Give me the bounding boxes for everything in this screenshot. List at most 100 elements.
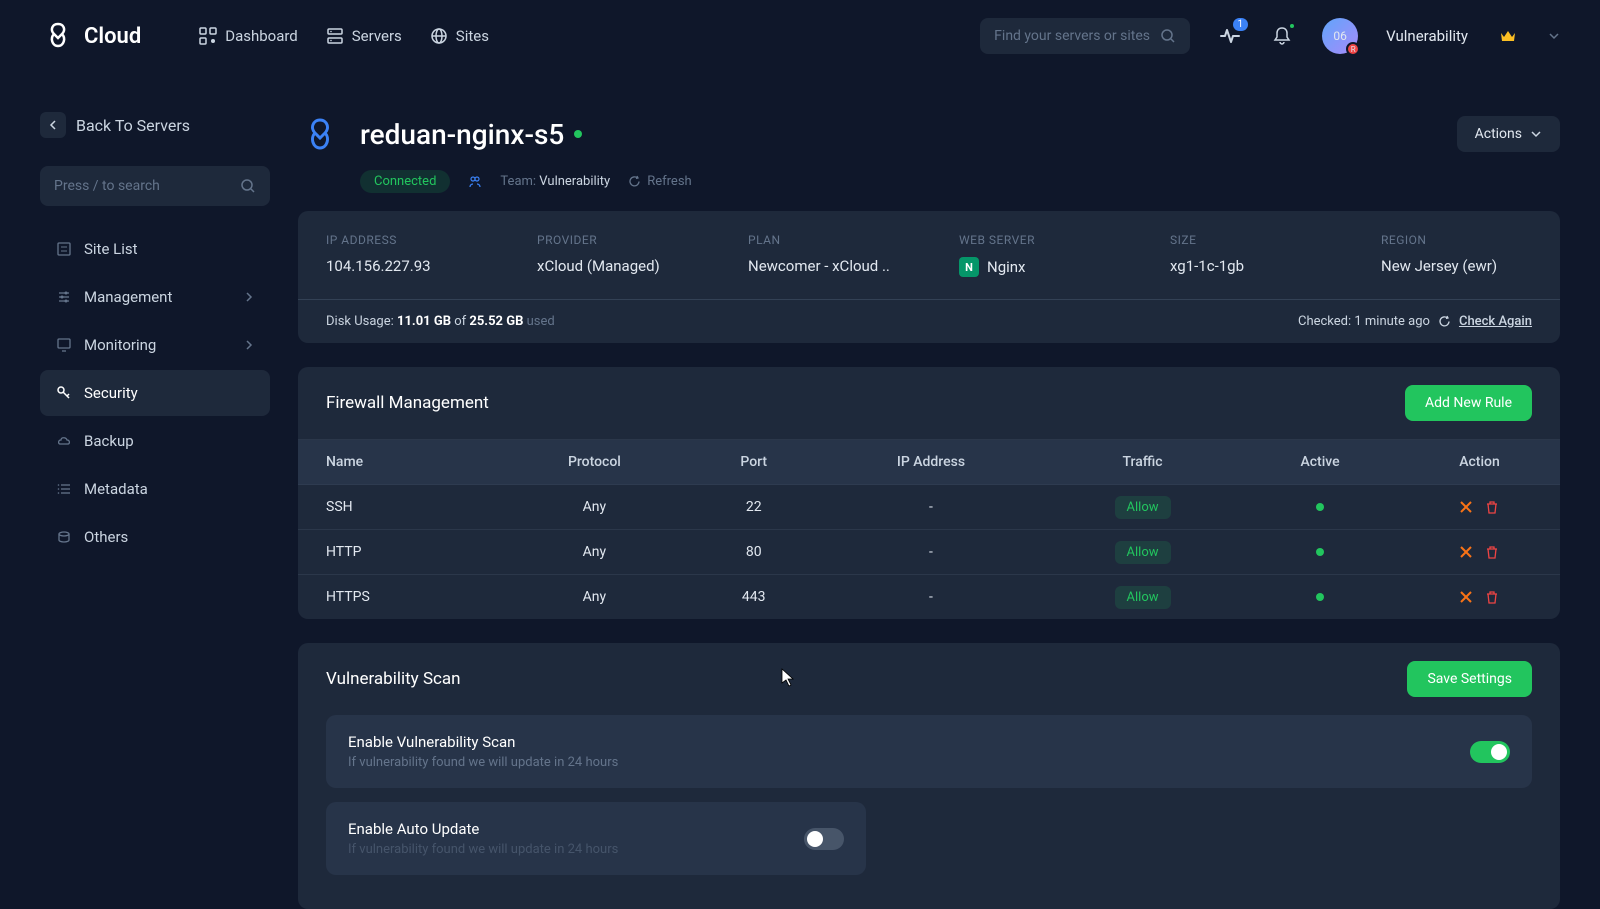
col-name: Name	[298, 440, 499, 485]
cell-traffic: Allow	[1044, 575, 1241, 620]
enable-vuln-title: Enable Vulnerability Scan	[348, 733, 618, 751]
cell-traffic: Allow	[1044, 485, 1241, 530]
activity-icon[interactable]: 1	[1218, 24, 1242, 48]
sidebar-item-security[interactable]: Security	[40, 370, 270, 416]
firewall-table: Name Protocol Port IP Address Traffic Ac…	[298, 439, 1560, 619]
cell-active	[1241, 530, 1399, 575]
bell-icon[interactable]	[1270, 24, 1294, 48]
ws-label: WEB SERVER	[959, 233, 1110, 247]
sidebar-search[interactable]: Press / to search	[40, 166, 270, 206]
nav-dashboard[interactable]: Dashboard	[199, 27, 298, 45]
sidebar-item-backup[interactable]: Backup	[40, 418, 270, 464]
sidebar-item-label: Monitoring	[84, 336, 156, 354]
cell-name: HTTP	[298, 530, 499, 575]
list-icon	[56, 241, 72, 257]
table-row: SSH Any 22 - Allow	[298, 485, 1560, 530]
cell-traffic: Allow	[1044, 530, 1241, 575]
table-row: HTTPS Any 443 - Allow	[298, 575, 1560, 620]
sliders-icon	[56, 289, 72, 305]
sidebar-item-site-list[interactable]: Site List	[40, 226, 270, 272]
server-icon	[326, 27, 344, 45]
refresh-icon	[1438, 315, 1451, 328]
size-label: SIZE	[1170, 233, 1321, 247]
cell-active	[1241, 575, 1399, 620]
status-dot-icon	[574, 130, 582, 138]
chevron-right-icon	[244, 340, 254, 350]
global-search[interactable]: Find your servers or sites	[980, 18, 1190, 54]
grid-icon	[199, 27, 217, 45]
status-badge: Connected	[360, 170, 450, 193]
actions-button[interactable]: Actions	[1457, 116, 1560, 152]
enable-vuln-row: Enable Vulnerability Scan If vulnerabili…	[326, 715, 1532, 788]
refresh-label: Refresh	[647, 174, 691, 189]
cloud-icon	[56, 433, 72, 449]
search-icon	[240, 178, 256, 194]
delete-icon[interactable]	[1485, 590, 1499, 604]
user-menu-chevron[interactable]	[1548, 30, 1560, 42]
check-again-link[interactable]: Check Again	[1459, 314, 1532, 329]
avatar[interactable]: 06 R	[1322, 18, 1358, 54]
checked-text: Checked: 1 minute ago	[1298, 314, 1430, 329]
sidebar-item-monitoring[interactable]: Monitoring	[40, 322, 270, 368]
vuln-title: Vulnerability Scan	[326, 669, 461, 689]
delete-icon[interactable]	[1485, 500, 1499, 514]
add-rule-button[interactable]: Add New Rule	[1405, 385, 1532, 421]
sidebar-item-management[interactable]: Management	[40, 274, 270, 320]
auto-update-row: Enable Auto Update If vulnerability foun…	[326, 802, 866, 875]
sidebar-item-label: Site List	[84, 240, 138, 258]
auto-update-toggle[interactable]	[804, 828, 844, 850]
info-bar: IP ADDRESS104.156.227.93 PROVIDERxCloud …	[298, 211, 1560, 299]
ip-label: IP ADDRESS	[326, 233, 477, 247]
back-to-servers[interactable]: Back To Servers	[40, 112, 270, 138]
save-settings-button[interactable]: Save Settings	[1407, 661, 1532, 697]
disable-icon[interactable]	[1459, 545, 1473, 559]
refresh-button[interactable]: Refresh	[628, 174, 691, 189]
sidebar-item-label: Security	[84, 384, 138, 402]
server-name: reduan-nginx-s5	[360, 118, 564, 151]
cell-protocol: Any	[499, 485, 689, 530]
auto-update-title: Enable Auto Update	[348, 820, 618, 838]
logo[interactable]: Cloud	[40, 18, 141, 54]
brand-text: Cloud	[84, 24, 141, 49]
chevron-down-icon	[1530, 128, 1542, 140]
col-ip: IP Address	[818, 440, 1044, 485]
chevron-right-icon	[244, 292, 254, 302]
cell-name: HTTPS	[298, 575, 499, 620]
cell-active	[1241, 485, 1399, 530]
col-traffic: Traffic	[1044, 440, 1241, 485]
cell-port: 22	[689, 485, 818, 530]
sidebar-item-label: Others	[84, 528, 128, 546]
actions-label: Actions	[1475, 126, 1522, 142]
sidebar-item-metadata[interactable]: Metadata	[40, 466, 270, 512]
nav-sites-label: Sites	[456, 27, 489, 45]
sidebar-search-placeholder: Press / to search	[54, 178, 160, 194]
col-action: Action	[1399, 440, 1560, 485]
cell-ip: -	[818, 485, 1044, 530]
enable-vuln-toggle[interactable]	[1470, 741, 1510, 763]
team-name: Vulnerability	[539, 174, 610, 189]
logo-icon	[40, 18, 76, 54]
region-label: REGION	[1381, 233, 1532, 247]
col-active: Active	[1241, 440, 1399, 485]
disable-icon[interactable]	[1459, 590, 1473, 604]
plan-label: PLAN	[748, 233, 899, 247]
sidebar-item-label: Metadata	[84, 480, 148, 498]
cell-protocol: Any	[499, 530, 689, 575]
auto-update-desc: If vulnerability found we will update in…	[348, 842, 618, 857]
delete-icon[interactable]	[1485, 545, 1499, 559]
cell-protocol: Any	[499, 575, 689, 620]
disable-icon[interactable]	[1459, 500, 1473, 514]
ws-value: Nginx	[987, 258, 1026, 276]
back-label: Back To Servers	[76, 116, 190, 135]
search-placeholder: Find your servers or sites	[994, 28, 1150, 44]
nav-sites[interactable]: Sites	[430, 27, 489, 45]
provider-label: PROVIDER	[537, 233, 688, 247]
server-logo-icon	[298, 112, 342, 156]
stack-icon	[56, 529, 72, 545]
nav-servers[interactable]: Servers	[326, 27, 402, 45]
nginx-icon: N	[959, 257, 979, 277]
sidebar-item-label: Backup	[84, 432, 134, 450]
sidebar-item-others[interactable]: Others	[40, 514, 270, 560]
user-name: Vulnerability	[1386, 27, 1468, 45]
avatar-badge: R	[1346, 42, 1360, 56]
